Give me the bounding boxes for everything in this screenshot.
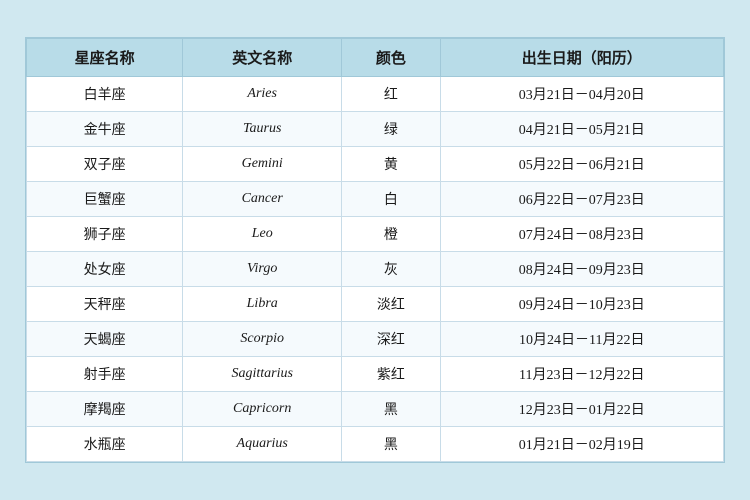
cell-color: 淡红 [342, 287, 440, 322]
cell-english-name: Scorpio [183, 322, 342, 357]
header-color: 颜色 [342, 39, 440, 77]
table-row: 摩羯座Capricorn黑12月23日－01月22日 [27, 392, 724, 427]
cell-birth-dates: 07月24日－08月23日 [440, 217, 723, 252]
cell-chinese-name: 白羊座 [27, 77, 183, 112]
cell-color: 绿 [342, 112, 440, 147]
cell-chinese-name: 金牛座 [27, 112, 183, 147]
cell-chinese-name: 摩羯座 [27, 392, 183, 427]
table-row: 天秤座Libra淡红09月24日－10月23日 [27, 287, 724, 322]
table-row: 处女座Virgo灰08月24日－09月23日 [27, 252, 724, 287]
zodiac-table: 星座名称 英文名称 颜色 出生日期（阳历） 白羊座Aries红03月21日－04… [26, 38, 724, 462]
cell-english-name: Taurus [183, 112, 342, 147]
header-birth-date: 出生日期（阳历） [440, 39, 723, 77]
cell-chinese-name: 射手座 [27, 357, 183, 392]
zodiac-table-container: 星座名称 英文名称 颜色 出生日期（阳历） 白羊座Aries红03月21日－04… [25, 37, 725, 463]
cell-chinese-name: 巨蟹座 [27, 182, 183, 217]
cell-birth-dates: 05月22日－06月21日 [440, 147, 723, 182]
cell-english-name: Virgo [183, 252, 342, 287]
cell-english-name: Aquarius [183, 427, 342, 462]
cell-birth-dates: 10月24日－11月22日 [440, 322, 723, 357]
cell-birth-dates: 06月22日－07月23日 [440, 182, 723, 217]
cell-birth-dates: 03月21日－04月20日 [440, 77, 723, 112]
cell-chinese-name: 双子座 [27, 147, 183, 182]
table-body: 白羊座Aries红03月21日－04月20日金牛座Taurus绿04月21日－0… [27, 77, 724, 462]
cell-chinese-name: 天秤座 [27, 287, 183, 322]
table-header-row: 星座名称 英文名称 颜色 出生日期（阳历） [27, 39, 724, 77]
cell-chinese-name: 处女座 [27, 252, 183, 287]
table-row: 双子座Gemini黄05月22日－06月21日 [27, 147, 724, 182]
cell-english-name: Gemini [183, 147, 342, 182]
cell-chinese-name: 狮子座 [27, 217, 183, 252]
header-english-name: 英文名称 [183, 39, 342, 77]
cell-birth-dates: 09月24日－10月23日 [440, 287, 723, 322]
cell-color: 紫红 [342, 357, 440, 392]
cell-birth-dates: 04月21日－05月21日 [440, 112, 723, 147]
cell-english-name: Cancer [183, 182, 342, 217]
cell-color: 黑 [342, 392, 440, 427]
cell-color: 红 [342, 77, 440, 112]
table-row: 天蝎座Scorpio深红10月24日－11月22日 [27, 322, 724, 357]
table-row: 水瓶座Aquarius黑01月21日－02月19日 [27, 427, 724, 462]
cell-chinese-name: 天蝎座 [27, 322, 183, 357]
cell-english-name: Aries [183, 77, 342, 112]
cell-english-name: Libra [183, 287, 342, 322]
cell-birth-dates: 11月23日－12月22日 [440, 357, 723, 392]
cell-chinese-name: 水瓶座 [27, 427, 183, 462]
cell-english-name: Leo [183, 217, 342, 252]
table-row: 巨蟹座Cancer白06月22日－07月23日 [27, 182, 724, 217]
cell-english-name: Capricorn [183, 392, 342, 427]
header-chinese-name: 星座名称 [27, 39, 183, 77]
table-row: 射手座Sagittarius紫红11月23日－12月22日 [27, 357, 724, 392]
cell-birth-dates: 01月21日－02月19日 [440, 427, 723, 462]
cell-birth-dates: 08月24日－09月23日 [440, 252, 723, 287]
cell-color: 黑 [342, 427, 440, 462]
cell-color: 深红 [342, 322, 440, 357]
cell-english-name: Sagittarius [183, 357, 342, 392]
table-row: 白羊座Aries红03月21日－04月20日 [27, 77, 724, 112]
table-row: 狮子座Leo橙07月24日－08月23日 [27, 217, 724, 252]
cell-color: 白 [342, 182, 440, 217]
cell-color: 灰 [342, 252, 440, 287]
cell-birth-dates: 12月23日－01月22日 [440, 392, 723, 427]
cell-color: 黄 [342, 147, 440, 182]
cell-color: 橙 [342, 217, 440, 252]
table-row: 金牛座Taurus绿04月21日－05月21日 [27, 112, 724, 147]
